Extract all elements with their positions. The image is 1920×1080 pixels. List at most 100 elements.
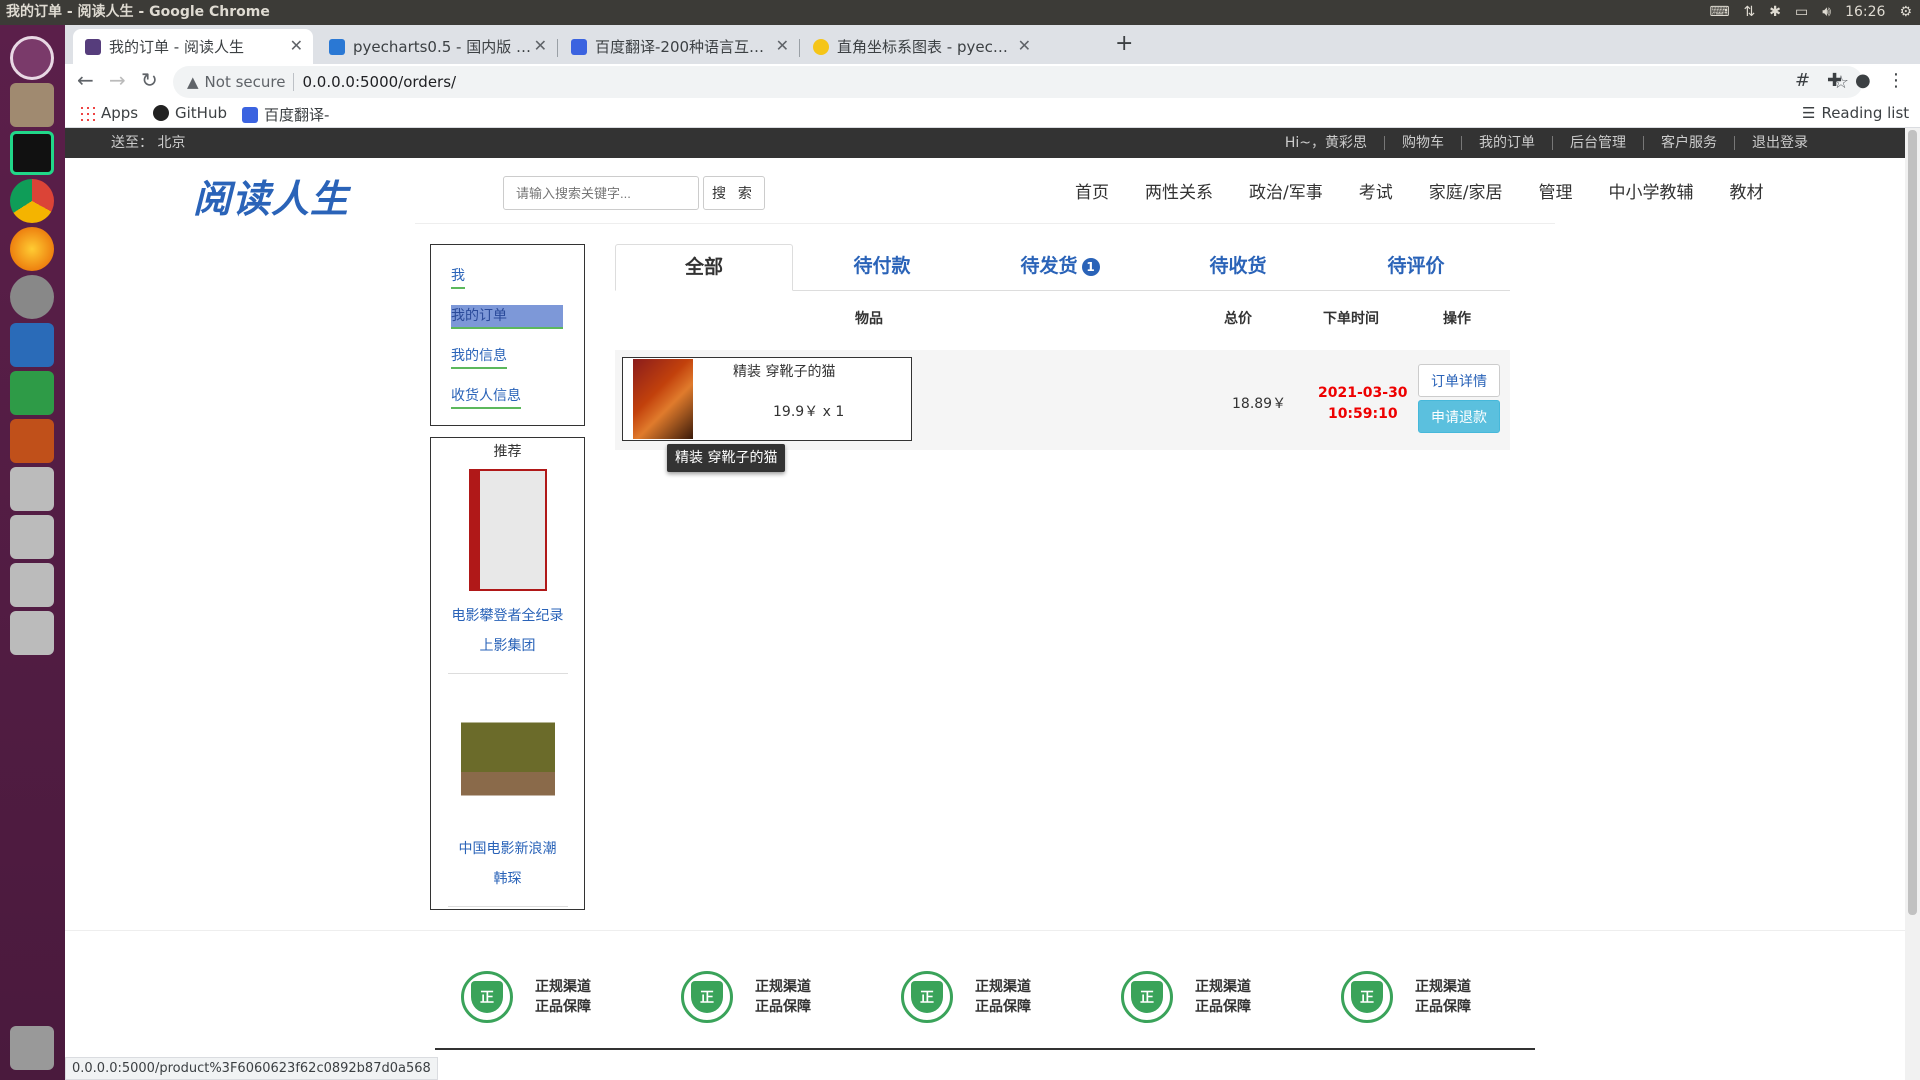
writer-icon[interactable] bbox=[7, 320, 57, 370]
nav-exams[interactable]: 考试 bbox=[1359, 178, 1393, 203]
tab-bing[interactable]: pyecharts0.5 - 国内版 Bing ✕ bbox=[317, 29, 557, 64]
new-tab-icon[interactable]: + bbox=[1115, 31, 1133, 56]
order-total: 18.89￥ bbox=[1232, 396, 1287, 412]
tab-divider bbox=[799, 39, 800, 57]
nav-management[interactable]: 管理 bbox=[1538, 178, 1572, 203]
product-cover-image[interactable] bbox=[633, 359, 693, 439]
scrollbar-thumb[interactable] bbox=[1908, 130, 1917, 915]
profile-avatar-icon[interactable]: ● bbox=[1855, 70, 1871, 91]
nav-home-living[interactable]: 家庭/家居 bbox=[1429, 178, 1503, 203]
drive-icon[interactable] bbox=[7, 512, 57, 562]
files-icon[interactable] bbox=[7, 80, 57, 130]
tab-pending-payment[interactable]: 待付款 bbox=[793, 244, 971, 291]
search-input[interactable] bbox=[503, 176, 699, 210]
forward-icon[interactable]: → bbox=[109, 68, 126, 92]
tab-pending-shipment[interactable]: 待发货 1 bbox=[971, 244, 1149, 291]
address-bar[interactable]: ▲ Not secure 0.0.0.0:5000/orders/ ☆ bbox=[173, 66, 1863, 98]
tab-orders[interactable]: 我的订单 - 阅读人生 ✕ bbox=[73, 29, 313, 64]
nav-relationships[interactable]: 两性关系 bbox=[1145, 178, 1213, 203]
impress-icon[interactable] bbox=[7, 416, 57, 466]
logout-link[interactable]: 退出登录 bbox=[1734, 136, 1825, 150]
guarantee-item: 正 正规渠道 正品保障 bbox=[1121, 971, 1251, 1023]
greeting-link[interactable]: Hi~，黄彩思 bbox=[1268, 136, 1384, 150]
genuine-shield-icon: 正 bbox=[1121, 971, 1173, 1023]
account-menu: 我 我的订单 我的信息 收货人信息 bbox=[430, 244, 585, 426]
chrome-menu-icon[interactable]: ⋮ bbox=[1887, 70, 1905, 91]
battery-icon[interactable]: ▭ bbox=[1795, 0, 1808, 25]
deliver-location[interactable]: 送至： 北京 bbox=[111, 128, 185, 158]
recommend-book-publisher[interactable]: 上影集团 bbox=[431, 631, 584, 661]
order-table-header: 物品 总价 下单时间 操作 bbox=[615, 308, 1510, 332]
ubuntu-dash-icon[interactable] bbox=[7, 33, 57, 83]
nav-k12[interactable]: 中小学教辅 bbox=[1608, 178, 1693, 203]
reading-list-button[interactable]: ☰ Reading list bbox=[1802, 104, 1909, 122]
extension-icon[interactable]: # bbox=[1795, 70, 1810, 91]
cart-link[interactable]: 购物车 bbox=[1384, 136, 1461, 150]
product-name[interactable]: 精装 穿靴子的猫 bbox=[733, 361, 835, 381]
page-viewport: 送至： 北京 Hi~，黄彩思 购物车 我的订单 后台管理 客户服务 退出登录 阅… bbox=[65, 128, 1905, 1080]
site-logo[interactable]: 阅读人生 bbox=[193, 168, 349, 223]
system-tray[interactable]: ⌨ ⇅ ✱ ▭ 🔊︎ 16:26 ⚙ bbox=[1709, 0, 1912, 25]
volume-icon[interactable]: 🔊︎ bbox=[1822, 0, 1831, 25]
drive-icon[interactable] bbox=[7, 608, 57, 658]
network-icon[interactable]: ⇅ bbox=[1744, 0, 1756, 25]
drive-icon[interactable] bbox=[7, 464, 57, 514]
bookmark-baidu-translate[interactable]: 百度翻译- bbox=[242, 104, 329, 125]
settings-gear-icon[interactable]: ⚙ bbox=[1899, 0, 1912, 25]
recommend-book-title[interactable]: 中国电影新浪潮 bbox=[431, 834, 584, 864]
recommend-book-title[interactable]: 电影攀登者全纪录 bbox=[431, 601, 584, 631]
keyboard-icon[interactable]: ⌨ bbox=[1709, 0, 1729, 25]
tab-pyecharts[interactable]: 直角坐标系图表 - pyecharts ✕ bbox=[801, 29, 1041, 64]
search-button[interactable]: 搜 索 bbox=[703, 176, 765, 210]
page-scrollbar[interactable] bbox=[1905, 128, 1920, 1080]
baidu-translate-favicon-icon bbox=[571, 39, 587, 55]
close-tab-icon[interactable]: ✕ bbox=[1018, 36, 1031, 55]
menu-my-orders[interactable]: 我的订单 bbox=[451, 305, 563, 329]
menu-receiver-info[interactable]: 收货人信息 bbox=[451, 385, 521, 409]
bookmark-github[interactable]: GitHub bbox=[153, 104, 227, 122]
tab-all[interactable]: 全部 bbox=[615, 244, 793, 291]
order-detail-button[interactable]: 订单详情 bbox=[1418, 364, 1500, 397]
nav-textbooks[interactable]: 教材 bbox=[1729, 178, 1763, 203]
menu-me[interactable]: 我 bbox=[451, 265, 465, 289]
customer-service-link[interactable]: 客户服务 bbox=[1643, 136, 1734, 150]
back-icon[interactable]: ← bbox=[77, 68, 94, 92]
nav-politics[interactable]: 政治/军事 bbox=[1249, 178, 1323, 203]
refund-button[interactable]: 申请退款 bbox=[1418, 400, 1500, 433]
genuine-shield-icon: 正 bbox=[901, 971, 953, 1023]
count-badge: 1 bbox=[1081, 257, 1100, 276]
tab-pending-receipt[interactable]: 待收货 bbox=[1149, 244, 1327, 291]
menu-my-info[interactable]: 我的信息 bbox=[451, 345, 507, 369]
recommend-book-publisher[interactable]: 韩琛 bbox=[431, 864, 584, 894]
apps-grid-icon bbox=[79, 105, 95, 121]
header-action: 操作 bbox=[1443, 311, 1471, 327]
nav-home[interactable]: 首页 bbox=[1075, 178, 1109, 203]
guarantee-item: 正 正规渠道 正品保障 bbox=[461, 971, 591, 1023]
close-tab-icon[interactable]: ✕ bbox=[776, 36, 789, 55]
admin-link[interactable]: 后台管理 bbox=[1552, 136, 1643, 150]
warning-icon[interactable]: ▲ bbox=[187, 73, 199, 91]
tab-pending-review[interactable]: 待评价 bbox=[1327, 244, 1505, 291]
calc-icon[interactable] bbox=[7, 368, 57, 418]
product-card[interactable]: 精装 穿靴子的猫 19.9￥ x 1 bbox=[622, 357, 912, 441]
firefox-icon[interactable] bbox=[7, 224, 57, 274]
reload-icon[interactable]: ↻ bbox=[141, 68, 158, 92]
chrome-icon[interactable] bbox=[7, 176, 57, 226]
close-tab-icon[interactable]: ✕ bbox=[290, 36, 303, 55]
url-text[interactable]: 0.0.0.0:5000/orders/ bbox=[302, 73, 456, 91]
bluetooth-icon[interactable]: ✱ bbox=[1769, 0, 1781, 25]
system-settings-icon[interactable] bbox=[7, 272, 57, 322]
book-cover-climbers[interactable] bbox=[468, 469, 547, 591]
clock[interactable]: 16:26 bbox=[1845, 0, 1885, 25]
extensions-puzzle-icon[interactable]: ✚ bbox=[1827, 70, 1842, 91]
bookmark-apps[interactable]: Apps bbox=[79, 104, 138, 122]
trash-icon[interactable] bbox=[7, 1023, 57, 1073]
my-orders-link[interactable]: 我的订单 bbox=[1461, 136, 1552, 150]
drive-icon[interactable] bbox=[7, 560, 57, 610]
pycharm-icon[interactable] bbox=[7, 128, 57, 178]
security-label[interactable]: Not secure bbox=[205, 73, 295, 91]
book-cover-new-wave[interactable] bbox=[460, 694, 555, 824]
tab-baidu-translate[interactable]: 百度翻译-200种语言互译、 ✕ bbox=[559, 29, 799, 64]
close-tab-icon[interactable]: ✕ bbox=[534, 36, 547, 55]
table-row: 精装 穿靴子的猫 19.9￥ x 1 18.89￥ 2021-03-30 10:… bbox=[615, 350, 1510, 450]
